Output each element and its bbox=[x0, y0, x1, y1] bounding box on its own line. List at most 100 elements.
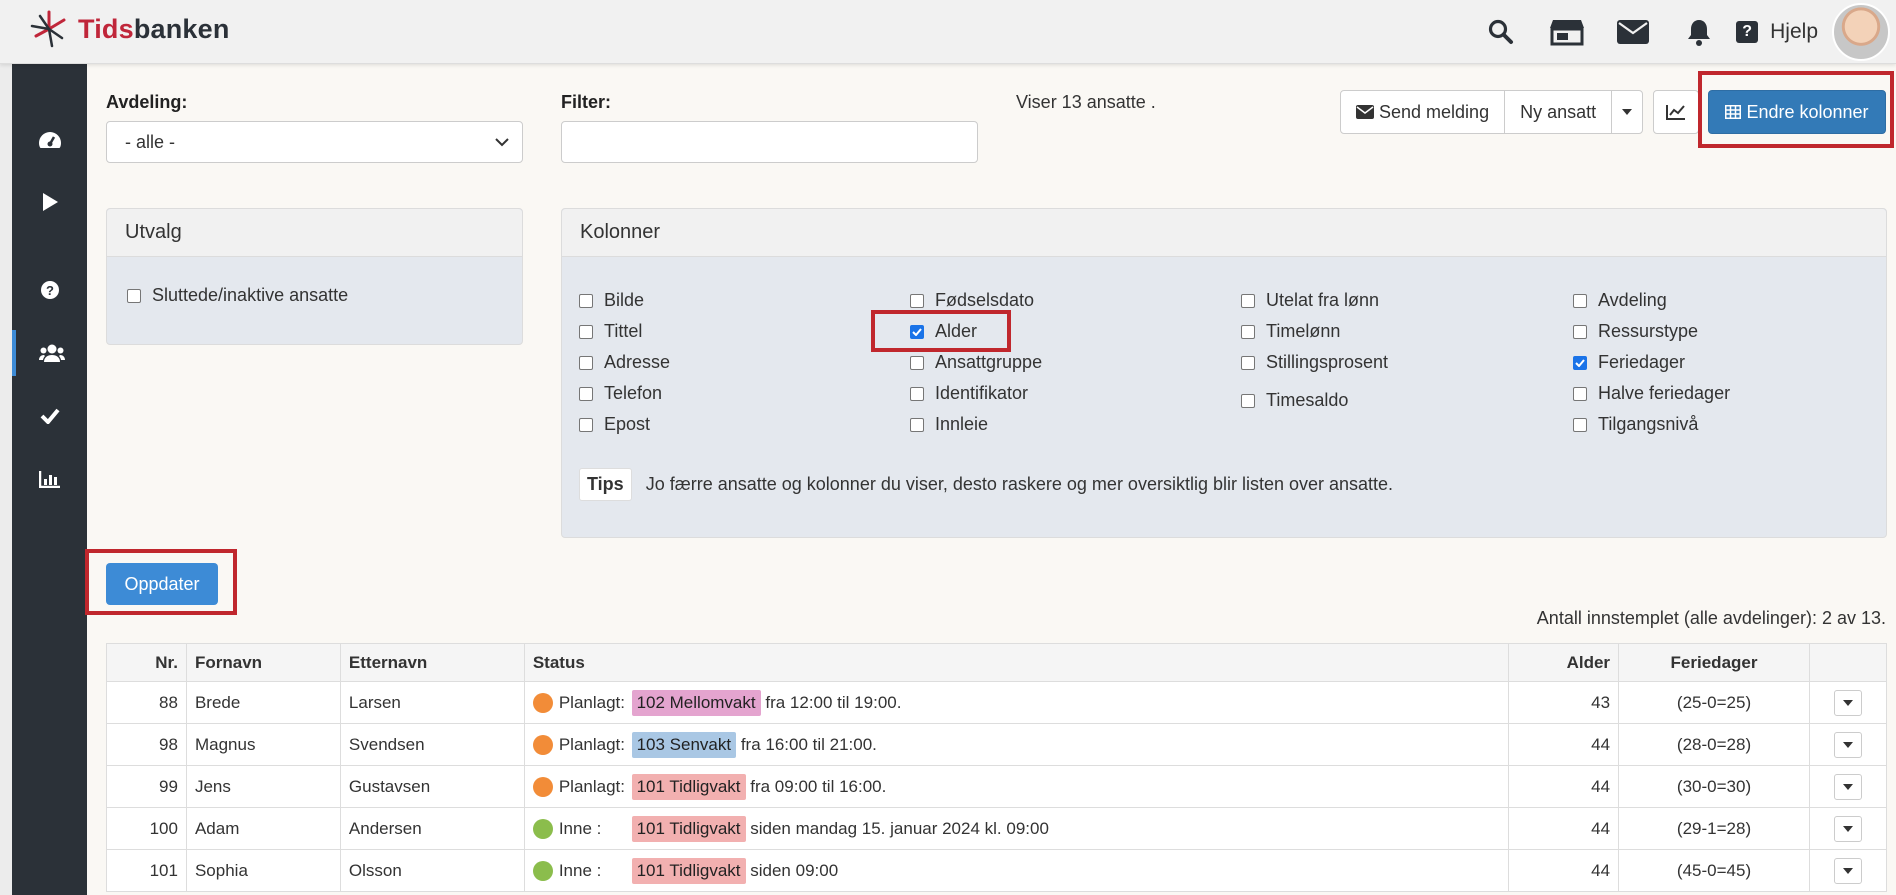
status-dot bbox=[532, 693, 553, 714]
column-checkbox[interactable]: Telefon bbox=[579, 383, 662, 404]
sidebar-item-help[interactable]: ? bbox=[12, 267, 87, 313]
change-columns-button[interactable]: Endre kolonner bbox=[1708, 90, 1886, 134]
update-button[interactable]: Oppdater bbox=[106, 563, 218, 605]
new-employee-dropdown-toggle[interactable] bbox=[1611, 90, 1644, 134]
shift-badge: 101 Tidligvakt bbox=[631, 857, 746, 884]
checkbox-box bbox=[127, 288, 141, 303]
table-row[interactable]: 101 Sophia Olsson Inne : 101 Tidligvakt sid… bbox=[106, 849, 1888, 892]
column-checkbox[interactable]: Ressurstype bbox=[1573, 321, 1698, 342]
row-menu-button[interactable] bbox=[1833, 857, 1862, 884]
sidebar-item-approve[interactable] bbox=[12, 393, 87, 439]
tips-row: Tips Jo færre ansatte og kolonner du vis… bbox=[579, 468, 1393, 501]
cell-nr: 88 bbox=[106, 681, 187, 724]
header-first-name[interactable]: Fornavn bbox=[185, 643, 341, 682]
checkbox-label: Epost bbox=[604, 414, 651, 434]
column-checkbox[interactable]: Innleie bbox=[910, 414, 988, 435]
new-employee-button[interactable]: Ny ansatt bbox=[1504, 90, 1613, 134]
cell-actions bbox=[1808, 723, 1888, 766]
column-checkbox[interactable]: Fødselsdato bbox=[910, 290, 1034, 311]
change-columns-label: Endre kolonner bbox=[1746, 101, 1869, 122]
column-checkbox[interactable]: Bilde bbox=[579, 290, 644, 311]
cell-first-name: Magnus bbox=[185, 723, 341, 766]
status-dot bbox=[532, 861, 553, 882]
table-icon bbox=[1725, 105, 1742, 119]
row-menu-button[interactable] bbox=[1833, 773, 1862, 800]
selection-panel-title: Utvalg bbox=[107, 209, 522, 257]
cell-actions bbox=[1808, 681, 1888, 724]
checkbox-checked bbox=[1573, 355, 1587, 370]
column-checkbox[interactable]: Timelønn bbox=[1241, 321, 1340, 342]
store-icon[interactable] bbox=[1534, 0, 1600, 64]
help-button[interactable]: ? Hjelp bbox=[1732, 0, 1832, 64]
table-row[interactable]: 98 Magnus Svendsen Planlagt: 103 Senvakt fr… bbox=[106, 723, 1888, 766]
chart-bar-icon bbox=[38, 471, 60, 488]
column-checkbox[interactable]: Alder bbox=[910, 321, 977, 342]
checkbox-label: Feriedager bbox=[1598, 352, 1686, 372]
send-message-button[interactable]: Send melding bbox=[1340, 90, 1506, 134]
row-menu-button[interactable] bbox=[1833, 815, 1862, 842]
checkbox-box bbox=[579, 293, 593, 308]
column-checkbox[interactable]: Stillingsprosent bbox=[1241, 352, 1388, 373]
bell-icon[interactable] bbox=[1666, 0, 1732, 64]
row-menu-button[interactable] bbox=[1833, 689, 1862, 716]
checkbox-box bbox=[1241, 355, 1255, 370]
tips-text: Jo færre ansatte og kolonner du viser, d… bbox=[645, 474, 1394, 494]
caret-down-icon bbox=[1842, 741, 1853, 748]
status-label: Planlagt: bbox=[558, 692, 625, 712]
table-row[interactable]: 88 Brede Larsen Planlagt: 102 Mellomvakt fr… bbox=[106, 681, 1888, 724]
caret-down-icon bbox=[1842, 867, 1853, 874]
envelope-icon bbox=[1356, 105, 1374, 119]
column-checkbox[interactable]: Tittel bbox=[579, 321, 642, 342]
cell-last-name: Svendsen bbox=[339, 723, 525, 766]
header-age[interactable]: Alder bbox=[1508, 643, 1620, 682]
brand-name-part1: Tids bbox=[78, 13, 134, 44]
sidebar-item-dashboard[interactable] bbox=[12, 117, 87, 163]
header-nr[interactable]: Nr. bbox=[106, 643, 187, 682]
status-dot bbox=[532, 819, 553, 840]
column-checkbox[interactable]: Timesaldo bbox=[1241, 390, 1348, 411]
status-label: Inne : bbox=[558, 860, 602, 880]
checkbox-checked bbox=[910, 324, 924, 339]
cell-actions bbox=[1808, 849, 1888, 892]
caret-down-icon bbox=[1842, 783, 1853, 790]
sidebar: ? bbox=[12, 64, 87, 895]
checkbox-box bbox=[1241, 324, 1255, 339]
sidebar-item-play[interactable] bbox=[12, 179, 87, 225]
cell-vacation: (30-0=30) bbox=[1618, 765, 1810, 808]
inactive-employees-checkbox[interactable]: Sluttede/inaktive ansatte bbox=[127, 285, 348, 306]
table-row[interactable]: 99 Jens Gustavsen Planlagt: 101 Tidligvakt … bbox=[106, 765, 1888, 808]
search-icon[interactable] bbox=[1468, 0, 1534, 64]
cell-age: 44 bbox=[1508, 765, 1620, 808]
department-label: Avdeling: bbox=[106, 92, 188, 112]
department-select[interactable]: - alle - bbox=[106, 121, 523, 163]
statistics-button[interactable] bbox=[1653, 90, 1699, 134]
column-checkbox[interactable]: Feriedager bbox=[1573, 352, 1685, 373]
row-menu-button[interactable] bbox=[1833, 731, 1862, 758]
header-actions bbox=[1808, 643, 1888, 682]
column-checkbox[interactable]: Utelat fra lønn bbox=[1241, 290, 1379, 311]
cell-first-name: Sophia bbox=[185, 849, 341, 892]
user-avatar[interactable] bbox=[1832, 3, 1890, 61]
status-detail: fra 12:00 til 19:00. bbox=[765, 692, 902, 712]
column-checkbox[interactable]: Ansattgruppe bbox=[910, 352, 1042, 373]
checkbox-box bbox=[579, 386, 593, 401]
sidebar-item-reports[interactable] bbox=[12, 456, 87, 502]
column-checkbox[interactable]: Adresse bbox=[579, 352, 670, 373]
header-status[interactable]: Status bbox=[523, 643, 1510, 682]
checkbox-label: Tittel bbox=[604, 321, 643, 341]
table-row[interactable]: 100 Adam Andersen Inne : 101 Tidligvakt sid… bbox=[106, 807, 1888, 850]
checkbox-label: Ansattgruppe bbox=[935, 352, 1043, 372]
brand-logo[interactable]: Tidsbanken bbox=[28, 8, 230, 50]
question-icon: ? bbox=[1736, 21, 1759, 43]
column-checkbox[interactable]: Halve feriedager bbox=[1573, 383, 1730, 404]
cell-age: 44 bbox=[1508, 849, 1620, 892]
column-checkbox[interactable]: Tilgangsnivå bbox=[1573, 414, 1698, 435]
filter-input[interactable] bbox=[561, 121, 978, 163]
sidebar-item-employees[interactable] bbox=[12, 330, 87, 376]
column-checkbox[interactable]: Identifikator bbox=[910, 383, 1028, 404]
column-checkbox[interactable]: Avdeling bbox=[1573, 290, 1667, 311]
header-vacation[interactable]: Feriedager bbox=[1618, 643, 1810, 682]
header-last-name[interactable]: Etternavn bbox=[339, 643, 525, 682]
column-checkbox[interactable]: Epost bbox=[579, 414, 650, 435]
envelope-icon[interactable] bbox=[1600, 0, 1666, 64]
